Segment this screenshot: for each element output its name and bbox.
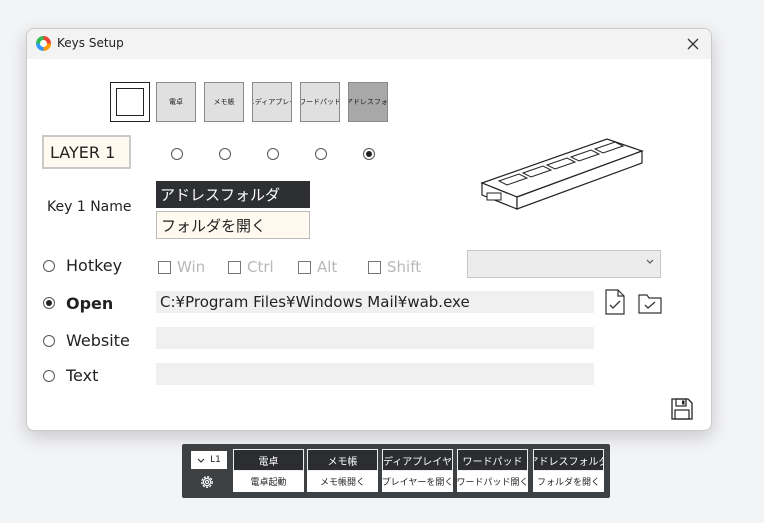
bar-key-4-title: ワードパッド (457, 449, 528, 471)
bar-key-1-title: 電卓 (233, 449, 304, 471)
shift-checkbox-label: Shift (387, 258, 422, 276)
hotkey-radio[interactable] (43, 260, 55, 272)
keys-setup-window: Keys Setup 電卓 メモ帳 メディアプレー ワードパッド アドレスフォ.… (26, 28, 712, 431)
folder-check-icon (638, 294, 662, 314)
macro-pad-illustration (480, 138, 644, 210)
open-radio[interactable] (43, 297, 55, 309)
hotkey-key-dropdown[interactable] (467, 250, 661, 278)
bar-key-2-title: メモ帳 (307, 449, 378, 471)
browse-folder-button[interactable] (637, 288, 663, 316)
layer-radio-3[interactable] (267, 148, 279, 160)
hotkey-label: Hotkey (66, 256, 123, 275)
layer-chip-label: L1 (210, 455, 221, 465)
bar-key-2-subtitle: メモ帳開く (307, 471, 378, 492)
floppy-disk-icon (671, 398, 693, 420)
website-input[interactable] (156, 327, 594, 349)
layer-label: LAYER 1 (42, 135, 131, 169)
text-radio[interactable] (43, 370, 55, 382)
browse-file-button[interactable] (603, 288, 627, 316)
window-title: Keys Setup (57, 36, 124, 50)
key-overview-bar: L1 電卓 電卓起動 メモ帳 メモ帳開く メディアプレイヤー プレイヤーを開く … (182, 444, 610, 498)
layer-radio-2[interactable] (219, 148, 231, 160)
title-bar[interactable]: Keys Setup (27, 29, 711, 59)
layer-radio-5[interactable] (363, 148, 375, 160)
bar-key-1-subtitle: 電卓起動 (233, 471, 304, 492)
open-path-input[interactable]: C:¥Program Files¥Windows Mail¥wab.exe (156, 291, 594, 313)
win-checkbox-label: Win (177, 258, 206, 276)
chevron-down-icon (646, 259, 654, 264)
bar-key-4-subtitle: ワードパッド開く (457, 471, 528, 492)
bar-key-3-subtitle: プレイヤーを開く (382, 471, 453, 492)
bar-key-2[interactable]: メモ帳 メモ帳開く (307, 449, 378, 493)
key-select-6[interactable]: アドレスフォ. (348, 82, 388, 122)
key-name-input[interactable]: フォルダを開く (156, 211, 310, 239)
website-radio[interactable] (43, 335, 55, 347)
key-name-label: Key 1 Name (47, 199, 132, 215)
key-select-3[interactable]: メモ帳 (204, 82, 244, 122)
bar-key-3-title: メディアプレイヤー (382, 449, 453, 471)
file-check-icon (605, 289, 625, 315)
save-button[interactable] (670, 397, 694, 421)
bar-key-5-title: アドレスフォルダ (533, 449, 604, 471)
ctrl-checkbox-label: Ctrl (247, 258, 274, 276)
text-label: Text (66, 366, 99, 385)
chevron-down-icon (197, 458, 205, 463)
text-input[interactable] (156, 363, 594, 385)
layer-radio-1[interactable] (171, 148, 183, 160)
bar-key-5[interactable]: アドレスフォルダ フォルダを開く (533, 449, 604, 493)
key-name-display: アドレスフォルダ (156, 181, 310, 208)
website-label: Website (66, 331, 130, 350)
bar-key-4[interactable]: ワードパッド ワードパッド開く (457, 449, 528, 493)
alt-checkbox[interactable]: Alt (298, 258, 337, 276)
bar-key-1[interactable]: 電卓 電卓起動 (233, 449, 304, 493)
shift-checkbox[interactable]: Shift (368, 258, 421, 276)
key-select-2[interactable]: 電卓 (156, 82, 196, 122)
bar-key-5-subtitle: フォルダを開く (533, 471, 604, 492)
key-select-4[interactable]: メディアプレー (252, 82, 292, 122)
layer-radio-4[interactable] (315, 148, 327, 160)
app-logo-icon (36, 36, 51, 51)
win-checkbox[interactable]: Win (158, 258, 205, 276)
key-select-5[interactable]: ワードパッド (300, 82, 340, 122)
open-label: Open (66, 294, 114, 313)
ctrl-checkbox[interactable]: Ctrl (228, 258, 274, 276)
key-select-1[interactable] (110, 82, 150, 122)
close-icon (687, 38, 699, 50)
alt-checkbox-label: Alt (317, 258, 338, 276)
bar-key-3[interactable]: メディアプレイヤー プレイヤーを開く (382, 449, 453, 493)
gear-icon[interactable] (199, 474, 215, 490)
close-button[interactable] (681, 32, 705, 56)
layer-switch-dropdown[interactable]: L1 (191, 451, 227, 469)
